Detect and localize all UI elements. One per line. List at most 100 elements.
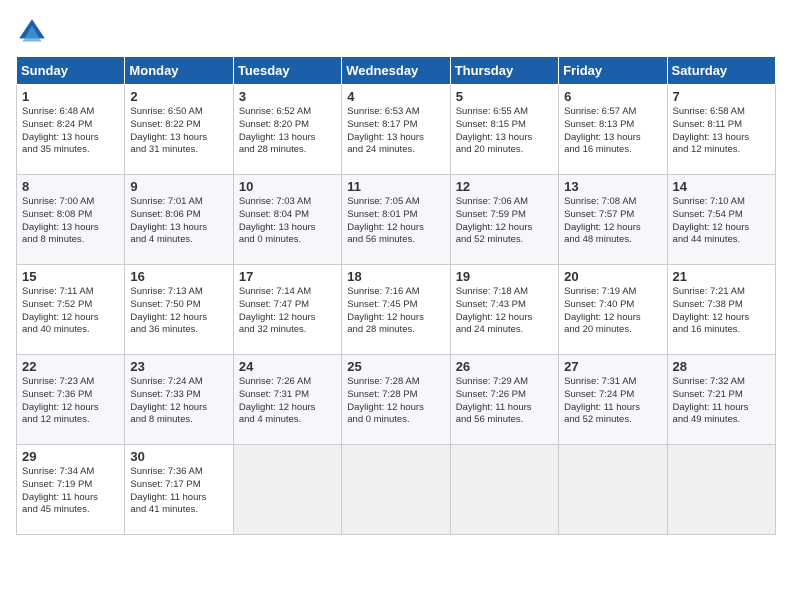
day-info: Sunrise: 7:32 AM Sunset: 7:21 PM Dayligh… xyxy=(673,376,770,427)
day-number: 29 xyxy=(22,449,119,464)
day-number: 22 xyxy=(22,359,119,374)
logo xyxy=(16,16,52,48)
calendar-cell: 9 Sunrise: 7:01 AM Sunset: 8:06 PM Daylig… xyxy=(125,175,233,265)
day-info: Sunrise: 7:01 AM Sunset: 8:06 PM Dayligh… xyxy=(130,196,227,247)
calendar-cell: 14 Sunrise: 7:10 AM Sunset: 7:54 PM Dayli… xyxy=(667,175,775,265)
day-info: Sunrise: 6:58 AM Sunset: 8:11 PM Dayligh… xyxy=(673,106,770,157)
calendar-cell: 26Sunrise: 7:29 AM Sunset: 7:26 PM Dayli… xyxy=(450,355,558,445)
calendar-cell xyxy=(450,445,558,535)
calendar-cell: 15 Sunrise: 7:11 AM Sunset: 7:52 PM Dayli… xyxy=(17,265,125,355)
day-number: 16 xyxy=(130,269,227,284)
calendar-cell: 13 Sunrise: 7:08 AM Sunset: 7:57 PM Dayli… xyxy=(559,175,667,265)
day-info: Sunrise: 7:00 AM Sunset: 8:08 PM Dayligh… xyxy=(22,196,119,247)
day-number: 18 xyxy=(347,269,444,284)
calendar-cell: 22 Sunrise: 7:23 AM Sunset: 7:36 PM Dayli… xyxy=(17,355,125,445)
day-number: 6 xyxy=(564,89,661,104)
calendar-cell xyxy=(342,445,450,535)
calendar-cell: 3 Sunrise: 6:52 AM Sunset: 8:20 PM Daylig… xyxy=(233,85,341,175)
calendar-table: SundayMondayTuesdayWednesdayThursdayFrid… xyxy=(16,56,776,535)
day-info: Sunrise: 7:03 AM Sunset: 8:04 PM Dayligh… xyxy=(239,196,336,247)
day-number: 14 xyxy=(673,179,770,194)
day-info: Sunrise: 7:05 AM Sunset: 8:01 PM Dayligh… xyxy=(347,196,444,247)
day-info: Sunrise: 7:21 AM Sunset: 7:38 PM Dayligh… xyxy=(673,286,770,337)
day-info: Sunrise: 7:34 AM Sunset: 7:19 PM Dayligh… xyxy=(22,466,119,517)
day-number: 28 xyxy=(673,359,770,374)
day-info: Sunrise: 7:10 AM Sunset: 7:54 PM Dayligh… xyxy=(673,196,770,247)
day-number: 27 xyxy=(564,359,661,374)
day-info: Sunrise: 7:24 AM Sunset: 7:33 PM Dayligh… xyxy=(130,376,227,427)
calendar-cell: 20 Sunrise: 7:19 AM Sunset: 7:40 PM Dayli… xyxy=(559,265,667,355)
calendar-cell: 29 Sunrise: 7:34 AM Sunset: 7:19 PM Dayli… xyxy=(17,445,125,535)
col-header-tuesday: Tuesday xyxy=(233,57,341,85)
day-number: 8 xyxy=(22,179,119,194)
day-number: 21 xyxy=(673,269,770,284)
day-number: 13 xyxy=(564,179,661,194)
day-number: 25 xyxy=(347,359,444,374)
calendar-cell: 18Sunrise: 7:16 AM Sunset: 7:45 PM Dayli… xyxy=(342,265,450,355)
day-info: Sunrise: 7:18 AM Sunset: 7:43 PM Dayligh… xyxy=(456,286,553,337)
calendar-cell: 28 Sunrise: 7:32 AM Sunset: 7:21 PM Dayli… xyxy=(667,355,775,445)
day-number: 15 xyxy=(22,269,119,284)
day-info: Sunrise: 7:08 AM Sunset: 7:57 PM Dayligh… xyxy=(564,196,661,247)
col-header-saturday: Saturday xyxy=(667,57,775,85)
day-info: Sunrise: 6:57 AM Sunset: 8:13 PM Dayligh… xyxy=(564,106,661,157)
calendar-cell: 23 Sunrise: 7:24 AM Sunset: 7:33 PM Dayli… xyxy=(125,355,233,445)
day-number: 3 xyxy=(239,89,336,104)
calendar-cell: 7 Sunrise: 6:58 AM Sunset: 8:11 PM Daylig… xyxy=(667,85,775,175)
page-header xyxy=(16,16,776,48)
day-number: 30 xyxy=(130,449,227,464)
calendar-cell: 5 Sunrise: 6:55 AM Sunset: 8:15 PM Daylig… xyxy=(450,85,558,175)
calendar-cell: 11 Sunrise: 7:05 AM Sunset: 8:01 PM Dayli… xyxy=(342,175,450,265)
day-info: Sunrise: 7:23 AM Sunset: 7:36 PM Dayligh… xyxy=(22,376,119,427)
calendar-cell: 19 Sunrise: 7:18 AM Sunset: 7:43 PM Dayli… xyxy=(450,265,558,355)
day-info: Sunrise: 6:53 AM Sunset: 8:17 PM Dayligh… xyxy=(347,106,444,157)
calendar-cell: 4Sunrise: 6:53 AM Sunset: 8:17 PM Daylig… xyxy=(342,85,450,175)
day-info: Sunrise: 7:13 AM Sunset: 7:50 PM Dayligh… xyxy=(130,286,227,337)
day-number: 26 xyxy=(456,359,553,374)
calendar-cell: 25 Sunrise: 7:28 AM Sunset: 7:28 PM Dayli… xyxy=(342,355,450,445)
day-info: Sunrise: 7:28 AM Sunset: 7:28 PM Dayligh… xyxy=(347,376,444,427)
day-number: 1 xyxy=(22,89,119,104)
col-header-sunday: Sunday xyxy=(17,57,125,85)
day-info: Sunrise: 7:14 AM Sunset: 7:47 PM Dayligh… xyxy=(239,286,336,337)
calendar-cell: 30 Sunrise: 7:36 AM Sunset: 7:17 PM Dayli… xyxy=(125,445,233,535)
calendar-cell: 24 Sunrise: 7:26 AM Sunset: 7:31 PM Dayli… xyxy=(233,355,341,445)
day-number: 11 xyxy=(347,179,444,194)
day-info: Sunrise: 7:31 AM Sunset: 7:24 PM Dayligh… xyxy=(564,376,661,427)
calendar-cell xyxy=(233,445,341,535)
day-info: Sunrise: 7:36 AM Sunset: 7:17 PM Dayligh… xyxy=(130,466,227,517)
calendar-cell: 2Sunrise: 6:50 AM Sunset: 8:22 PM Daylig… xyxy=(125,85,233,175)
calendar-cell: 10 Sunrise: 7:03 AM Sunset: 8:04 PM Dayli… xyxy=(233,175,341,265)
day-number: 5 xyxy=(456,89,553,104)
day-info: Sunrise: 7:19 AM Sunset: 7:40 PM Dayligh… xyxy=(564,286,661,337)
calendar-cell: 27 Sunrise: 7:31 AM Sunset: 7:24 PM Dayli… xyxy=(559,355,667,445)
day-number: 24 xyxy=(239,359,336,374)
calendar-cell: 21 Sunrise: 7:21 AM Sunset: 7:38 PM Dayli… xyxy=(667,265,775,355)
day-number: 19 xyxy=(456,269,553,284)
day-info: Sunrise: 7:11 AM Sunset: 7:52 PM Dayligh… xyxy=(22,286,119,337)
day-number: 23 xyxy=(130,359,227,374)
day-info: Sunrise: 6:55 AM Sunset: 8:15 PM Dayligh… xyxy=(456,106,553,157)
day-number: 10 xyxy=(239,179,336,194)
calendar-cell: 16 Sunrise: 7:13 AM Sunset: 7:50 PM Dayli… xyxy=(125,265,233,355)
day-number: 2 xyxy=(130,89,227,104)
calendar-cell xyxy=(667,445,775,535)
col-header-thursday: Thursday xyxy=(450,57,558,85)
day-info: Sunrise: 6:52 AM Sunset: 8:20 PM Dayligh… xyxy=(239,106,336,157)
calendar-cell: 8 Sunrise: 7:00 AM Sunset: 8:08 PM Daylig… xyxy=(17,175,125,265)
col-header-wednesday: Wednesday xyxy=(342,57,450,85)
day-number: 20 xyxy=(564,269,661,284)
col-header-monday: Monday xyxy=(125,57,233,85)
day-number: 9 xyxy=(130,179,227,194)
day-info: Sunrise: 7:06 AM Sunset: 7:59 PM Dayligh… xyxy=(456,196,553,247)
day-number: 7 xyxy=(673,89,770,104)
col-header-friday: Friday xyxy=(559,57,667,85)
day-info: Sunrise: 7:26 AM Sunset: 7:31 PM Dayligh… xyxy=(239,376,336,427)
calendar-cell: 1 Sunrise: 6:48 AM Sunset: 8:24 PM Daylig… xyxy=(17,85,125,175)
logo-icon xyxy=(16,16,48,48)
calendar-cell: 17Sunrise: 7:14 AM Sunset: 7:47 PM Dayli… xyxy=(233,265,341,355)
calendar-cell: 12 Sunrise: 7:06 AM Sunset: 7:59 PM Dayli… xyxy=(450,175,558,265)
day-info: Sunrise: 6:48 AM Sunset: 8:24 PM Dayligh… xyxy=(22,106,119,157)
calendar-cell: 6 Sunrise: 6:57 AM Sunset: 8:13 PM Daylig… xyxy=(559,85,667,175)
day-number: 12 xyxy=(456,179,553,194)
